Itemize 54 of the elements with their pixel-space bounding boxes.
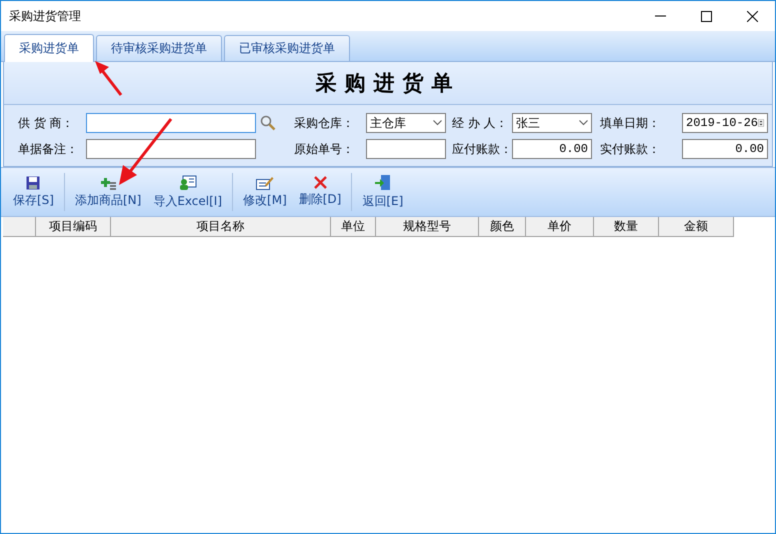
minimize-icon	[654, 15, 666, 17]
field-value: 0.00	[735, 142, 764, 156]
field-value: 主仓库	[370, 114, 407, 132]
input-field[interactable]	[86, 139, 256, 159]
tab[interactable]: 采购进货单	[4, 34, 94, 62]
input-field[interactable]	[366, 139, 446, 159]
column-header[interactable]: 颜色	[479, 217, 526, 237]
field-value: 张三	[516, 114, 541, 132]
input-field[interactable]: 2019-10-26	[682, 113, 768, 133]
search-icon[interactable]	[260, 115, 276, 131]
column-header[interactable]: 单价	[526, 217, 594, 237]
toolbar-button[interactable]: 修改[M]	[237, 176, 293, 208]
delete-icon	[314, 176, 327, 189]
arrow-annotation	[117, 117, 173, 187]
column-header[interactable]: 规格型号	[376, 217, 479, 237]
toolbar-button[interactable]: 导入Excel[I]	[147, 174, 228, 210]
field-value: 2019-10-26	[686, 116, 758, 130]
column-header[interactable]: 数量	[594, 217, 659, 237]
toolbar-button[interactable]: 保存[S]	[7, 176, 60, 208]
form-title: 采购进货单	[316, 69, 460, 97]
input-field[interactable]: 0.00	[682, 139, 768, 159]
field-label: 供 货 商：	[18, 114, 75, 132]
field-label: 实付账款：	[600, 140, 661, 158]
arrow-annotation	[95, 61, 125, 97]
close-icon	[746, 10, 758, 22]
edit-form-icon	[256, 176, 274, 190]
maximize-icon	[700, 10, 712, 22]
field-label: 经 办 人：	[452, 114, 509, 132]
dropdown-caret-icon	[433, 120, 442, 126]
field-label: 单据备注：	[18, 140, 79, 158]
toolbar-button[interactable]: 添加商品[N]	[68, 176, 148, 208]
input-field[interactable]: 张三	[512, 113, 592, 133]
field-label: 应付账款：	[452, 140, 512, 158]
column-header[interactable]: 单位	[331, 217, 376, 237]
toolbar-button[interactable]: 删除[D]	[292, 176, 348, 208]
dropdown-caret-icon	[579, 120, 588, 126]
input-field[interactable]: 0.00	[512, 139, 592, 159]
input-field[interactable]	[86, 113, 256, 133]
column-header[interactable]: 金额	[659, 217, 734, 237]
tab[interactable]: 已审核采购进货单	[224, 35, 350, 61]
field-label: 填单日期：	[600, 114, 661, 132]
row-header-corner	[3, 217, 36, 237]
field-label: 原始单号：	[294, 140, 355, 158]
field-label: 采购仓库：	[294, 114, 355, 132]
exit-door-icon	[374, 174, 391, 191]
tab[interactable]: 待审核采购进货单	[96, 35, 222, 61]
input-field[interactable]: 主仓库	[366, 113, 446, 133]
column-header[interactable]: 项目名称	[111, 217, 331, 237]
field-value: 0.00	[559, 142, 588, 156]
toolbar-button[interactable]: 返回[E]	[356, 174, 410, 210]
column-header[interactable]: 项目编码	[36, 217, 111, 237]
window-title: 采购进货管理	[9, 8, 82, 24]
contact-card-icon	[178, 174, 197, 190]
add-list-icon	[99, 176, 118, 190]
